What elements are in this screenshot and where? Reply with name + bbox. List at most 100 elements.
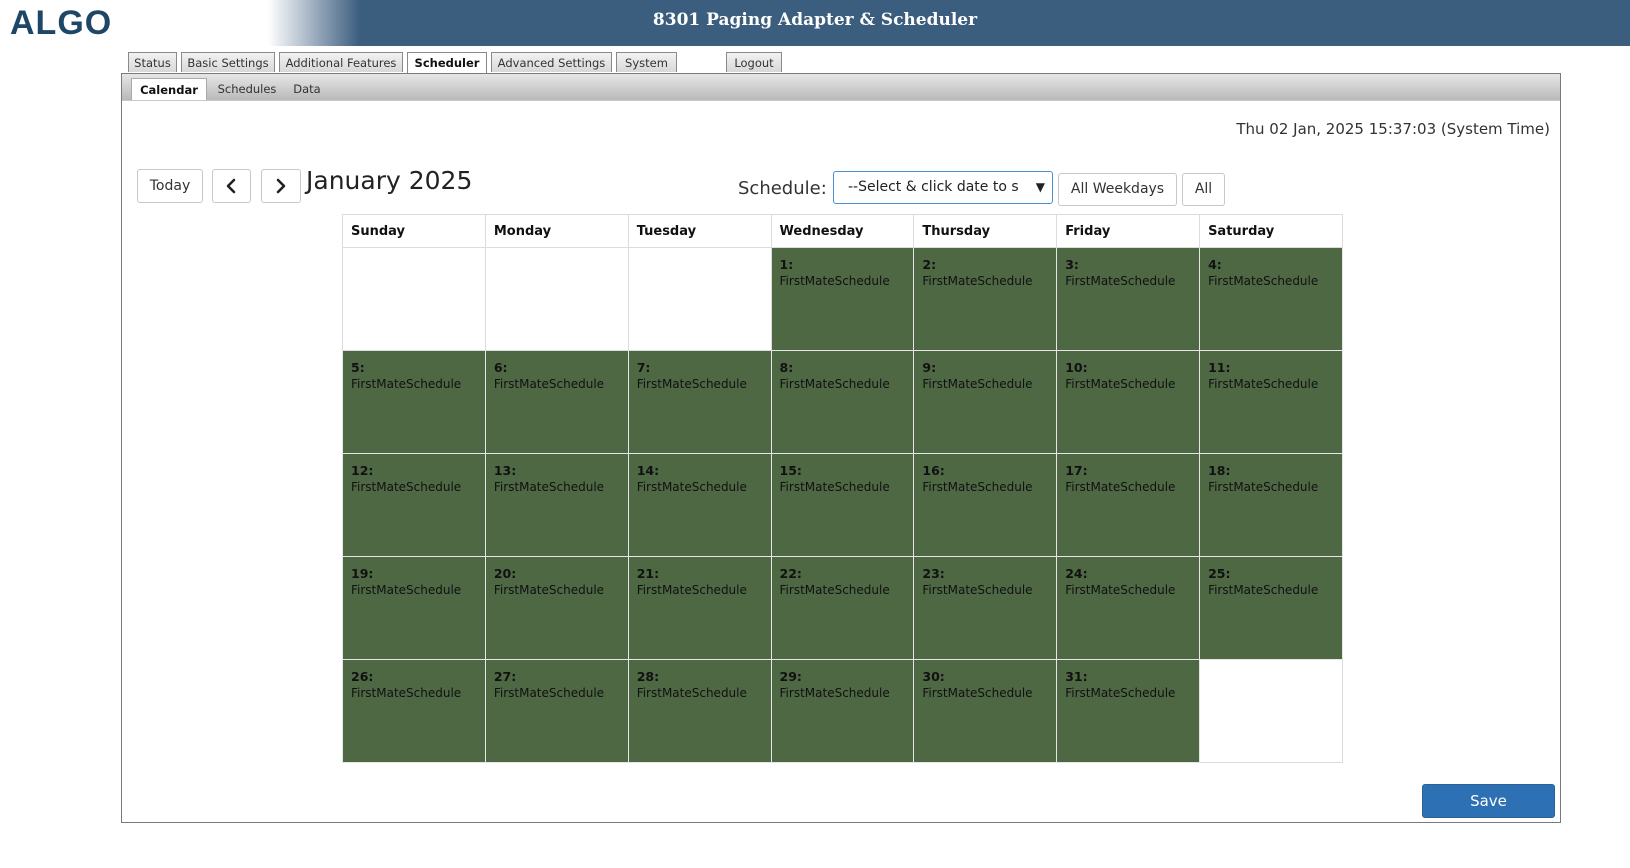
tab-scheduler[interactable]: Scheduler — [407, 52, 487, 74]
calendar-day-cell[interactable]: 15: FirstMateSchedule — [770, 453, 915, 557]
next-month-button[interactable] — [261, 169, 301, 203]
day-schedule-name: FirstMateSchedule — [922, 377, 1033, 391]
calendar-day-cell[interactable]: 17: FirstMateSchedule — [1056, 453, 1201, 557]
calendar-day-cell[interactable]: 11: FirstMateSchedule — [1199, 350, 1343, 454]
day-number: 22: — [779, 566, 802, 581]
calendar-day-cell[interactable]: 24: FirstMateSchedule — [1056, 556, 1201, 660]
day-number: 9: — [922, 360, 937, 375]
subtab-schedules[interactable]: Schedules — [211, 78, 283, 100]
calendar-week-row: 12: FirstMateSchedule 13: FirstMateSchedule… — [342, 453, 1343, 557]
calendar-day-cell[interactable]: 28: FirstMateSchedule — [627, 659, 772, 763]
calendar-week-row: 26: FirstMateSchedule 27: FirstMateSchedule… — [342, 659, 1343, 763]
day-schedule-name: FirstMateSchedule — [636, 686, 747, 700]
calendar-empty-cell[interactable] — [1199, 659, 1343, 763]
chevron-down-icon: ▼ — [1035, 180, 1045, 194]
calendar-day-cell[interactable]: 31: FirstMateSchedule — [1056, 659, 1201, 763]
day-schedule-name: FirstMateSchedule — [636, 377, 747, 391]
day-schedule-name: FirstMateSchedule — [779, 583, 890, 597]
calendar-day-cell[interactable]: 19: FirstMateSchedule — [342, 556, 486, 660]
day-schedule-name: FirstMateSchedule — [922, 274, 1033, 288]
schedule-select-value: --Select & click date to s — [848, 179, 1019, 195]
day-number: 5: — [351, 360, 365, 375]
calendar-empty-cell[interactable] — [484, 247, 629, 351]
day-schedule-name: FirstMateSchedule — [636, 583, 747, 597]
day-number: 24: — [1065, 566, 1088, 581]
system-time: Thu 02 Jan, 2025 15:37:03 (System Time) — [1236, 120, 1550, 138]
month-calendar: Sunday Monday Tuesday Wednesday Thursday… — [342, 214, 1343, 763]
calendar-week-row: 5: FirstMateSchedule 6: FirstMateSchedule 7:… — [342, 350, 1343, 454]
day-number: 20: — [493, 566, 517, 581]
calendar-day-cell[interactable]: 29: FirstMateSchedule — [770, 659, 915, 763]
calendar-day-cell[interactable]: 22: FirstMateSchedule — [770, 556, 915, 660]
calendar-day-cell[interactable]: 2: FirstMateSchedule — [913, 247, 1058, 351]
calendar-day-cell[interactable]: 25: FirstMateSchedule — [1199, 556, 1343, 660]
tab-system[interactable]: System — [616, 52, 677, 72]
calendar-day-cell[interactable]: 14: FirstMateSchedule — [627, 453, 772, 557]
prev-month-button[interactable] — [212, 169, 251, 203]
day-number: 19: — [351, 566, 374, 581]
day-number: 13: — [493, 463, 517, 478]
day-schedule-name: FirstMateSchedule — [1065, 686, 1176, 700]
calendar-day-cell[interactable]: 8: FirstMateSchedule — [770, 350, 915, 454]
day-schedule-name: FirstMateSchedule — [1208, 274, 1319, 288]
tab-basic-settings[interactable]: Basic Settings — [181, 52, 275, 72]
day-number: 2: — [922, 257, 937, 272]
calendar-day-cell[interactable]: 18: FirstMateSchedule — [1199, 453, 1343, 557]
weekday-header: Wednesday — [770, 214, 915, 248]
day-schedule-name: FirstMateSchedule — [636, 480, 747, 494]
save-button[interactable]: Save — [1422, 784, 1555, 818]
day-schedule-name: FirstMateSchedule — [922, 480, 1033, 494]
subtab-data[interactable]: Data — [287, 78, 327, 100]
chevron-right-icon — [276, 178, 286, 194]
day-number: 29: — [779, 669, 802, 684]
calendar-body: 1: FirstMateSchedule 2: FirstMateSchedule 3:… — [342, 247, 1343, 763]
calendar-day-cell[interactable]: 6: FirstMateSchedule — [484, 350, 629, 454]
tab-advanced-settings[interactable]: Advanced Settings — [491, 52, 612, 72]
calendar-day-cell[interactable]: 27: FirstMateSchedule — [484, 659, 629, 763]
today-button[interactable]: Today — [137, 169, 203, 203]
schedule-select[interactable]: --Select & click date to s ▼ — [833, 171, 1053, 204]
calendar-empty-cell[interactable] — [342, 247, 486, 351]
calendar-day-cell[interactable]: 4: FirstMateSchedule — [1199, 247, 1343, 351]
calendar-day-cell[interactable]: 26: FirstMateSchedule — [342, 659, 486, 763]
calendar-day-cell[interactable]: 21: FirstMateSchedule — [627, 556, 772, 660]
day-number: 28: — [636, 669, 660, 684]
day-schedule-name: FirstMateSchedule — [351, 377, 462, 391]
tab-logout[interactable]: Logout — [726, 52, 782, 72]
day-number: 14: — [636, 463, 660, 478]
all-weekdays-button[interactable]: All Weekdays — [1058, 173, 1177, 206]
day-schedule-name: FirstMateSchedule — [1065, 274, 1176, 288]
day-schedule-name: FirstMateSchedule — [493, 686, 605, 700]
day-number: 31: — [1065, 669, 1088, 684]
calendar-day-cell[interactable]: 23: FirstMateSchedule — [913, 556, 1058, 660]
calendar-day-cell[interactable]: 12: FirstMateSchedule — [342, 453, 486, 557]
calendar-day-cell[interactable]: 9: FirstMateSchedule — [913, 350, 1058, 454]
tab-status[interactable]: Status — [128, 52, 177, 72]
all-button[interactable]: All — [1182, 173, 1225, 206]
day-schedule-name: FirstMateSchedule — [351, 480, 462, 494]
calendar-day-cell[interactable]: 13: FirstMateSchedule — [484, 453, 629, 557]
calendar-day-cell[interactable]: 3: FirstMateSchedule — [1056, 247, 1201, 351]
calendar-day-cell[interactable]: 1: FirstMateSchedule — [770, 247, 915, 351]
day-schedule-name: FirstMateSchedule — [1065, 377, 1176, 391]
day-number: 4: — [1208, 257, 1222, 272]
calendar-day-cell[interactable]: 16: FirstMateSchedule — [913, 453, 1058, 557]
calendar-day-cell[interactable]: 20: FirstMateSchedule — [484, 556, 629, 660]
day-number: 26: — [351, 669, 374, 684]
calendar-day-cell[interactable]: 7: FirstMateSchedule — [627, 350, 772, 454]
day-schedule-name: FirstMateSchedule — [1208, 480, 1319, 494]
weekday-header-row: Sunday Monday Tuesday Wednesday Thursday… — [342, 214, 1343, 248]
page-title: 8301 Paging Adapter & Scheduler — [652, 10, 978, 30]
calendar-day-cell[interactable]: 30: FirstMateSchedule — [913, 659, 1058, 763]
calendar-day-cell[interactable]: 5: FirstMateSchedule — [342, 350, 486, 454]
weekday-header: Monday — [484, 214, 629, 248]
day-schedule-name: FirstMateSchedule — [351, 583, 462, 597]
subtab-calendar[interactable]: Calendar — [131, 78, 207, 100]
calendar-day-cell[interactable]: 10: FirstMateSchedule — [1056, 350, 1201, 454]
tab-additional-features[interactable]: Additional Features — [279, 52, 403, 72]
calendar-empty-cell[interactable] — [627, 247, 772, 351]
day-number: 23: — [922, 566, 945, 581]
day-schedule-name: FirstMateSchedule — [922, 583, 1033, 597]
day-schedule-name: FirstMateSchedule — [922, 686, 1033, 700]
day-number: 10: — [1065, 360, 1088, 375]
